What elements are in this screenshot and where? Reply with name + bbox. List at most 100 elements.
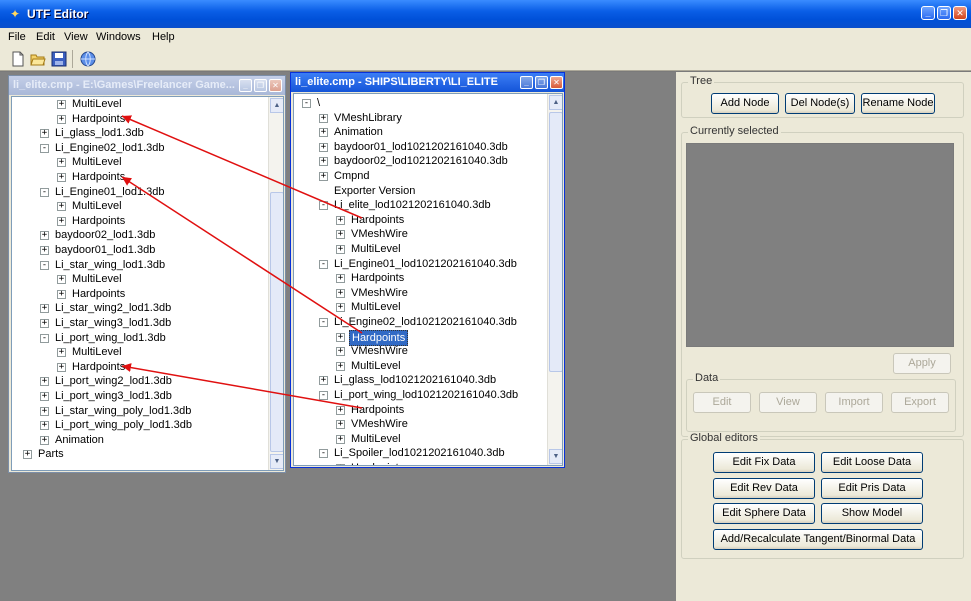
expand-icon[interactable]: + (57, 216, 66, 226)
scroll-down-icon[interactable]: ▼ (270, 454, 283, 469)
tree-node[interactable]: + VMeshWire (294, 344, 544, 358)
expand-icon[interactable]: + (57, 202, 66, 212)
del-nodes-button[interactable]: Del Node(s) (785, 93, 855, 114)
tree-node[interactable]: + Li_star_wing2_lod1.3db (12, 301, 262, 315)
expand-icon[interactable]: + (336, 288, 345, 298)
expand-icon[interactable]: + (57, 275, 66, 285)
expand-icon[interactable]: + (336, 347, 345, 357)
tree-node[interactable]: - Li_Engine01_lod1.3db (12, 185, 262, 199)
scroll-up-icon[interactable]: ▲ (270, 98, 283, 113)
tree-node[interactable]: + MultiLevel (294, 300, 544, 314)
open-folder-icon[interactable] (30, 51, 46, 67)
collapse-icon[interactable]: - (40, 333, 49, 343)
minimize-icon[interactable]: _ (520, 76, 533, 89)
tree-node[interactable]: + Li_glass_lod1.3db (12, 126, 262, 140)
tree-node[interactable]: + Hardpoints (294, 329, 544, 346)
rename-node-button[interactable]: Rename Node (861, 93, 935, 114)
right-cmp-window[interactable]: li_elite.cmp - SHIPS\LIBERTY\LI_ELITE _ … (290, 72, 565, 468)
expand-icon[interactable]: + (336, 274, 345, 284)
tree-node[interactable]: + MultiLevel (12, 155, 262, 169)
expand-icon[interactable]: + (23, 450, 32, 460)
collapse-icon[interactable]: - (319, 318, 328, 327)
tree-node[interactable]: + Hardpoints (12, 112, 262, 126)
collapse-icon[interactable]: - (319, 201, 328, 211)
tree-node[interactable]: - Li_Engine02_lod1021202161040.3db (294, 315, 544, 329)
expand-icon[interactable]: + (319, 128, 328, 138)
tree-node[interactable]: + Li_port_wing_poly_lod1.3db (12, 418, 262, 432)
edit-button[interactable]: Edit (693, 392, 751, 413)
expand-icon[interactable]: + (57, 100, 66, 109)
expand-icon[interactable]: + (336, 303, 345, 313)
expand-icon[interactable]: + (57, 348, 66, 358)
collapse-icon[interactable]: - (302, 99, 311, 108)
tree-node[interactable]: + MultiLevel (294, 242, 544, 256)
expand-icon[interactable]: + (57, 114, 66, 124)
tree-node[interactable]: + Parts (12, 447, 262, 461)
globe-icon[interactable] (80, 51, 96, 67)
right-tree-view[interactable]: ▲ ▼ - \ + VMeshLibrary + Animation + baydoor01_… (293, 93, 563, 466)
edit-rev-data-button[interactable]: Edit Rev Data (713, 478, 815, 499)
tree-node[interactable]: + MultiLevel (12, 199, 262, 213)
tree-node[interactable]: + MultiLevel (294, 432, 544, 446)
expand-icon[interactable]: + (57, 158, 66, 168)
close-icon[interactable]: ✕ (269, 79, 282, 92)
expand-icon[interactable]: + (40, 231, 49, 241)
expand-icon[interactable]: + (40, 435, 49, 445)
tree-node[interactable]: - Li_star_wing_lod1.3db (12, 258, 262, 272)
expand-icon[interactable]: + (40, 246, 49, 255)
apply-button[interactable]: Apply (893, 353, 951, 374)
tree-node[interactable]: + baydoor02_lod1.3db (12, 228, 262, 242)
show-model-button[interactable]: Show Model (821, 503, 923, 524)
save-icon[interactable] (51, 51, 67, 67)
expand-icon[interactable]: + (40, 129, 49, 139)
left-vertical-scrollbar[interactable]: ▲ ▼ (268, 97, 283, 470)
scroll-up-icon[interactable]: ▲ (549, 95, 562, 110)
restore-icon[interactable]: ❐ (937, 6, 951, 20)
menu-file[interactable]: File (8, 31, 26, 43)
tree-node[interactable]: + Li_star_wing_poly_lod1.3db (12, 404, 262, 418)
expand-icon[interactable]: + (336, 464, 345, 465)
expand-icon[interactable]: + (319, 142, 328, 152)
scroll-down-icon[interactable]: ▼ (549, 449, 562, 464)
collapse-icon[interactable]: - (40, 187, 49, 197)
app-title-bar[interactable]: ✦ UTF Editor _ ❐ ✕ (0, 0, 971, 28)
tree-node[interactable]: + Hardpoints (12, 170, 262, 184)
tree-node[interactable]: + baydoor02_lod1021202161040.3db (294, 154, 544, 168)
add-node-button[interactable]: Add Node (711, 93, 779, 114)
restore-icon[interactable]: ❐ (254, 79, 267, 92)
tree-node[interactable]: + Cmpnd (294, 169, 544, 183)
restore-icon[interactable]: ❐ (535, 76, 548, 89)
view-button[interactable]: View (759, 392, 817, 413)
tree-node[interactable]: + baydoor01_lod1.3db (12, 243, 262, 257)
tree-node[interactable]: + Animation (12, 433, 262, 447)
expand-icon[interactable]: + (319, 157, 328, 167)
tree-node[interactable]: + VMeshLibrary (294, 111, 544, 125)
export-button[interactable]: Export (891, 392, 949, 413)
expand-icon[interactable]: + (336, 361, 345, 371)
tree-node[interactable]: + VMeshWire (294, 227, 544, 241)
close-icon[interactable]: ✕ (953, 6, 967, 20)
menu-view[interactable]: View (64, 31, 88, 43)
edit-sphere-data-button[interactable]: Edit Sphere Data (713, 503, 815, 524)
collapse-icon[interactable]: - (319, 259, 328, 269)
tree-node[interactable]: - Li_port_wing_lod1.3db (12, 331, 262, 345)
left-cmp-window[interactable]: li_elite.cmp - E:\Games\Freelancer Game.… (8, 75, 286, 473)
expand-icon[interactable]: + (319, 376, 328, 386)
menu-help[interactable]: Help (152, 31, 175, 43)
expand-icon[interactable]: + (40, 319, 49, 328)
expand-icon[interactable]: + (57, 362, 66, 372)
collapse-icon[interactable]: - (319, 449, 328, 459)
tree-node[interactable]: - Li_Spoiler_lod1021202161040.3db (294, 446, 544, 460)
tree-node[interactable]: + MultiLevel (12, 345, 262, 359)
collapse-icon[interactable]: - (40, 260, 49, 270)
expand-icon[interactable]: + (336, 434, 345, 444)
new-file-icon[interactable] (10, 51, 26, 67)
tree-node[interactable]: + Hardpoints (294, 403, 544, 417)
tree-node[interactable]: - Li_elite_lod1021202161040.3db (294, 198, 544, 212)
collapse-icon[interactable]: - (319, 391, 328, 400)
menu-edit[interactable]: Edit (36, 31, 55, 43)
tree-node[interactable]: + Hardpoints (12, 360, 262, 374)
expand-icon[interactable]: + (40, 406, 49, 416)
tangent-binormal-button[interactable]: Add/Recalculate Tangent/Binormal Data (713, 529, 923, 550)
tree-node[interactable]: + Hardpoints (12, 214, 262, 228)
